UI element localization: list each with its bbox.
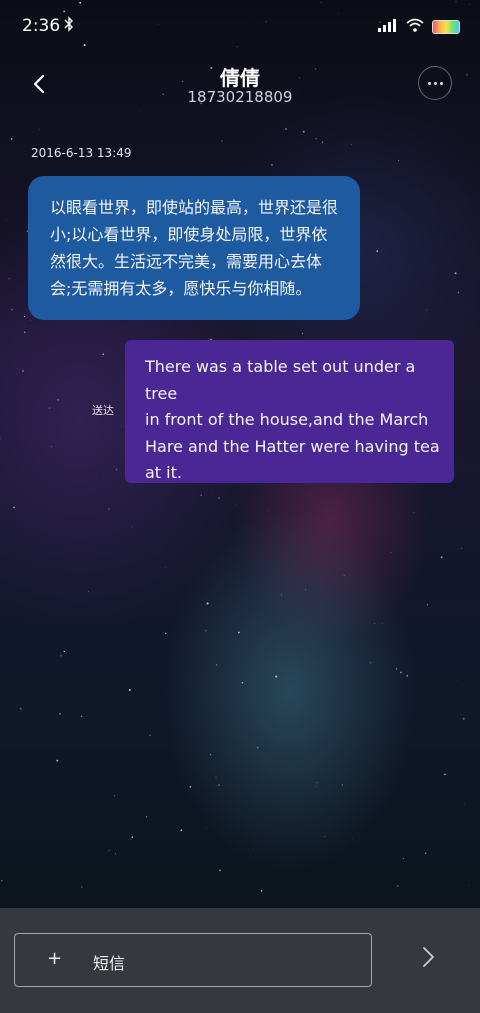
cellular-signal-icon (378, 17, 398, 36)
message-line: Hare and the Hatter were having tea (145, 436, 440, 456)
contact-number: 18730218809 (187, 88, 293, 106)
more-button[interactable] (418, 66, 452, 100)
message-input[interactable]: + 短信 (14, 933, 372, 987)
conversation-header: 倩倩 18730218809 (0, 52, 480, 112)
status-time: 2:36 (22, 16, 61, 36)
message-line: at it. (145, 463, 182, 482)
message-input-placeholder: 短信 (93, 954, 126, 973)
status-bar: 2:36 (0, 0, 480, 52)
composer-bar: + 短信 (0, 908, 480, 1013)
battery-icon (432, 19, 460, 34)
bluetooth-icon (64, 16, 74, 36)
incoming-message-bubble[interactable]: 以眼看世界，即使站的最高，世界还是很 小;以心看世界，即使身处局限，世界依 然很… (28, 176, 360, 320)
plus-icon[interactable]: + (47, 948, 62, 969)
message-line: in front of the house,and the March (145, 410, 429, 429)
message-line: 小;以心看世界，即使身处局限，世界依 (50, 225, 328, 244)
message-line: 以眼看世界，即使站的最高，世界还是很 (50, 198, 339, 217)
contact-name: 倩倩 (220, 66, 260, 90)
message-line: 会;无需拥有太多，愿快乐与你相随。 (50, 279, 312, 298)
chevron-right-icon (423, 947, 434, 967)
message-timestamp: 2016-6-13 13:49 (31, 146, 132, 160)
message-line: 然很大。生活远不完美，需要用心去体 (50, 252, 323, 271)
more-icon-dot (433, 81, 437, 85)
send-button[interactable] (414, 942, 442, 972)
delivery-status: 送达 (92, 404, 114, 417)
outgoing-message-bubble[interactable]: There was a table set out under a tree i… (125, 340, 454, 483)
message-line: There was a table set out under a tree (145, 357, 416, 403)
more-icon-dot (439, 81, 443, 85)
more-icon (427, 81, 431, 85)
wifi-icon (406, 17, 424, 36)
